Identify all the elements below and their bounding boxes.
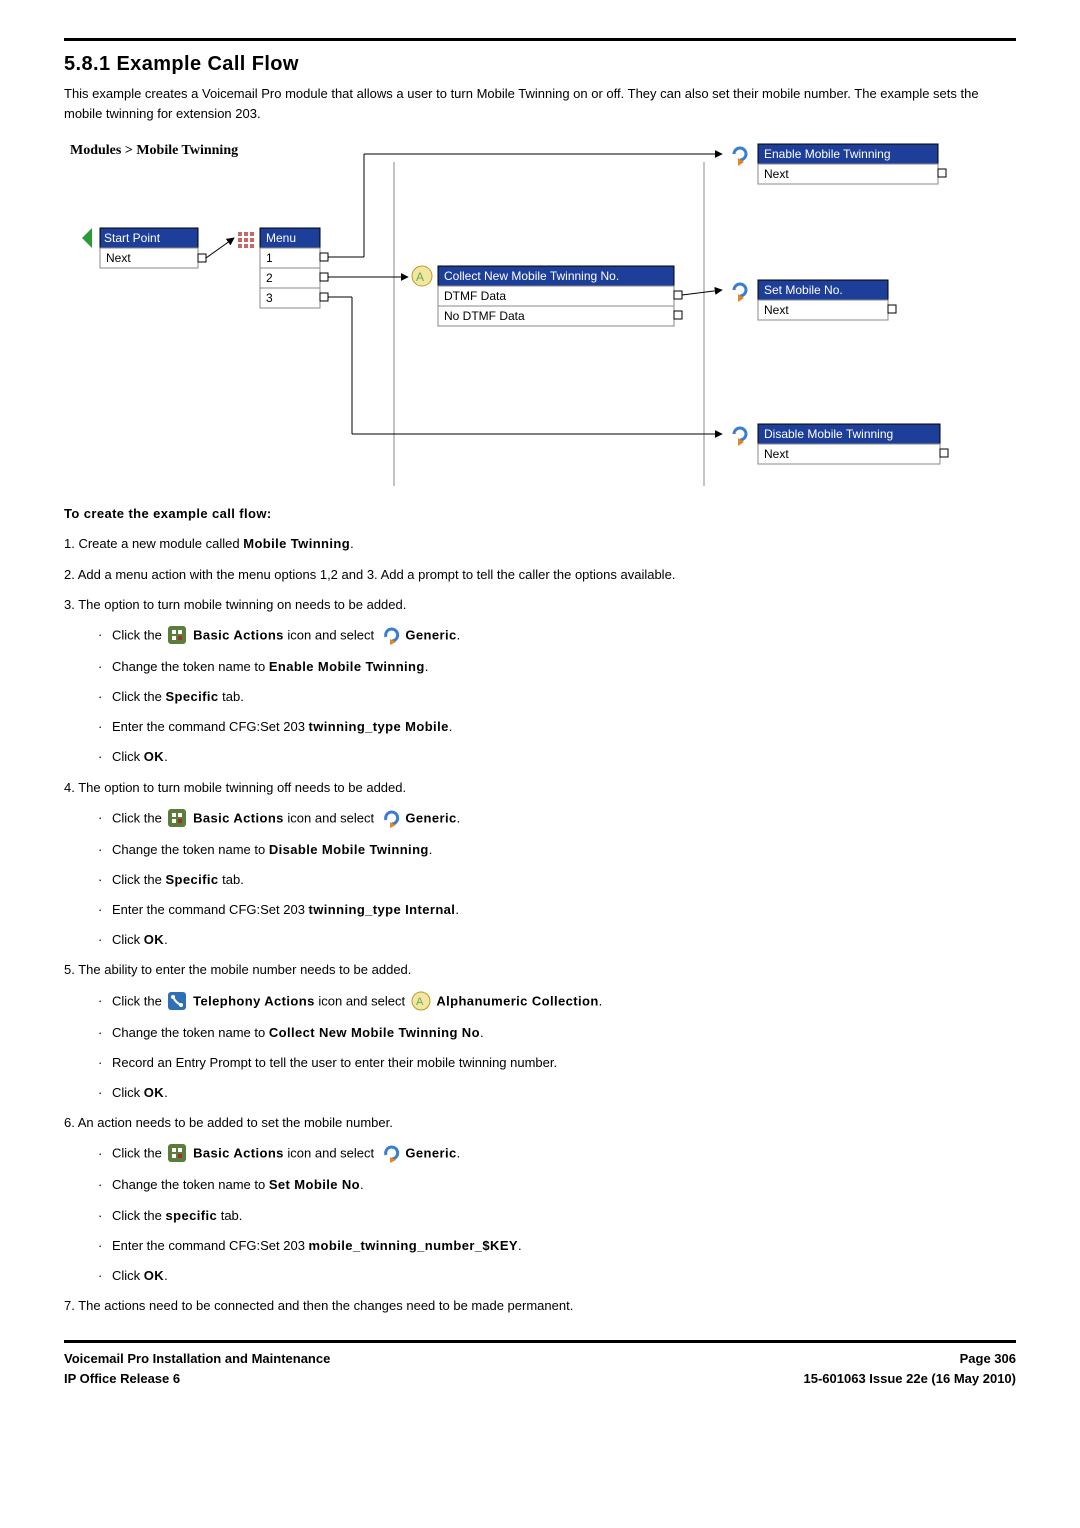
generic-icon <box>380 808 400 834</box>
footer-right-1: Page 306 <box>804 1349 1017 1369</box>
svg-text:3: 3 <box>266 291 273 305</box>
breadcrumb: Modules > Mobile Twinning <box>70 143 238 158</box>
arrows-cycle-icon <box>734 428 746 446</box>
step-4: 4. The option to turn mobile twinning of… <box>64 778 1016 951</box>
svg-text:2: 2 <box>266 271 273 285</box>
svg-text:A: A <box>416 270 424 284</box>
step-2: 2. Add a menu action with the menu optio… <box>64 565 1016 585</box>
step-3: 3. The option to turn mobile twinning on… <box>64 595 1016 768</box>
svg-text:1: 1 <box>266 251 273 265</box>
svg-text:Next: Next <box>764 303 789 317</box>
callflow-diagram: Modules > Mobile Twinning Start Point Ne… <box>64 136 1016 486</box>
basic-actions-icon <box>167 625 187 651</box>
basic-actions-icon <box>167 808 187 834</box>
page-footer: Voicemail Pro Installation and Maintenan… <box>64 1349 1016 1389</box>
keypad-icon <box>238 232 254 248</box>
svg-text:Next: Next <box>106 251 131 265</box>
step-6: 6. An action needs to be added to set th… <box>64 1113 1016 1286</box>
node-menu: Menu 1 2 3 <box>238 228 328 308</box>
svg-text:DTMF Data: DTMF Data <box>444 289 506 303</box>
svg-text:Collect New Mobile Twinning No: Collect New Mobile Twinning No. <box>444 269 619 283</box>
lead-text: To create the example call flow: <box>64 504 1016 524</box>
intro-text: This example creates a Voicemail Pro mod… <box>64 84 1016 124</box>
node-start-point: Start Point Next <box>82 228 206 268</box>
basic-actions-icon <box>167 1143 187 1169</box>
node-set-mobile: Set Mobile No. Next <box>734 280 896 320</box>
step-5: 5. The ability to enter the mobile numbe… <box>64 960 1016 1103</box>
alphanumeric-icon: A <box>411 991 431 1017</box>
footer-left-1: Voicemail Pro Installation and Maintenan… <box>64 1349 330 1369</box>
arrows-cycle-icon <box>734 284 746 302</box>
node-disable: Disable Mobile Twinning Next <box>734 424 948 464</box>
steps-list: 1. Create a new module called Mobile Twi… <box>64 534 1016 1316</box>
generic-icon <box>380 625 400 651</box>
svg-text:Set Mobile No.: Set Mobile No. <box>764 283 843 297</box>
svg-text:Disable Mobile Twinning: Disable Mobile Twinning <box>764 427 893 441</box>
step-1: 1. Create a new module called Mobile Twi… <box>64 534 1016 554</box>
footer-right-2: 15-601063 Issue 22e (16 May 2010) <box>804 1369 1017 1389</box>
page-heading: 5.8.1 Example Call Flow <box>64 49 1016 80</box>
svg-text:Next: Next <box>764 167 789 181</box>
node-enable: Enable Mobile Twinning Next <box>734 144 946 184</box>
svg-text:Start Point: Start Point <box>104 231 161 245</box>
arrows-cycle-icon <box>734 148 746 166</box>
svg-text:No DTMF Data: No DTMF Data <box>444 309 525 323</box>
svg-text:Menu: Menu <box>266 231 296 245</box>
svg-text:Next: Next <box>764 447 789 461</box>
svg-text:Enable Mobile Twinning: Enable Mobile Twinning <box>764 147 891 161</box>
node-collect: A Collect New Mobile Twinning No. DTMF D… <box>412 266 682 326</box>
svg-text:A: A <box>416 996 424 1008</box>
footer-left-2: IP Office Release 6 <box>64 1369 330 1389</box>
generic-icon <box>380 1143 400 1169</box>
top-rule <box>64 38 1016 41</box>
step-7: 7. The actions need to be connected and … <box>64 1296 1016 1316</box>
telephony-actions-icon <box>167 991 187 1017</box>
footer-rule <box>64 1340 1016 1343</box>
